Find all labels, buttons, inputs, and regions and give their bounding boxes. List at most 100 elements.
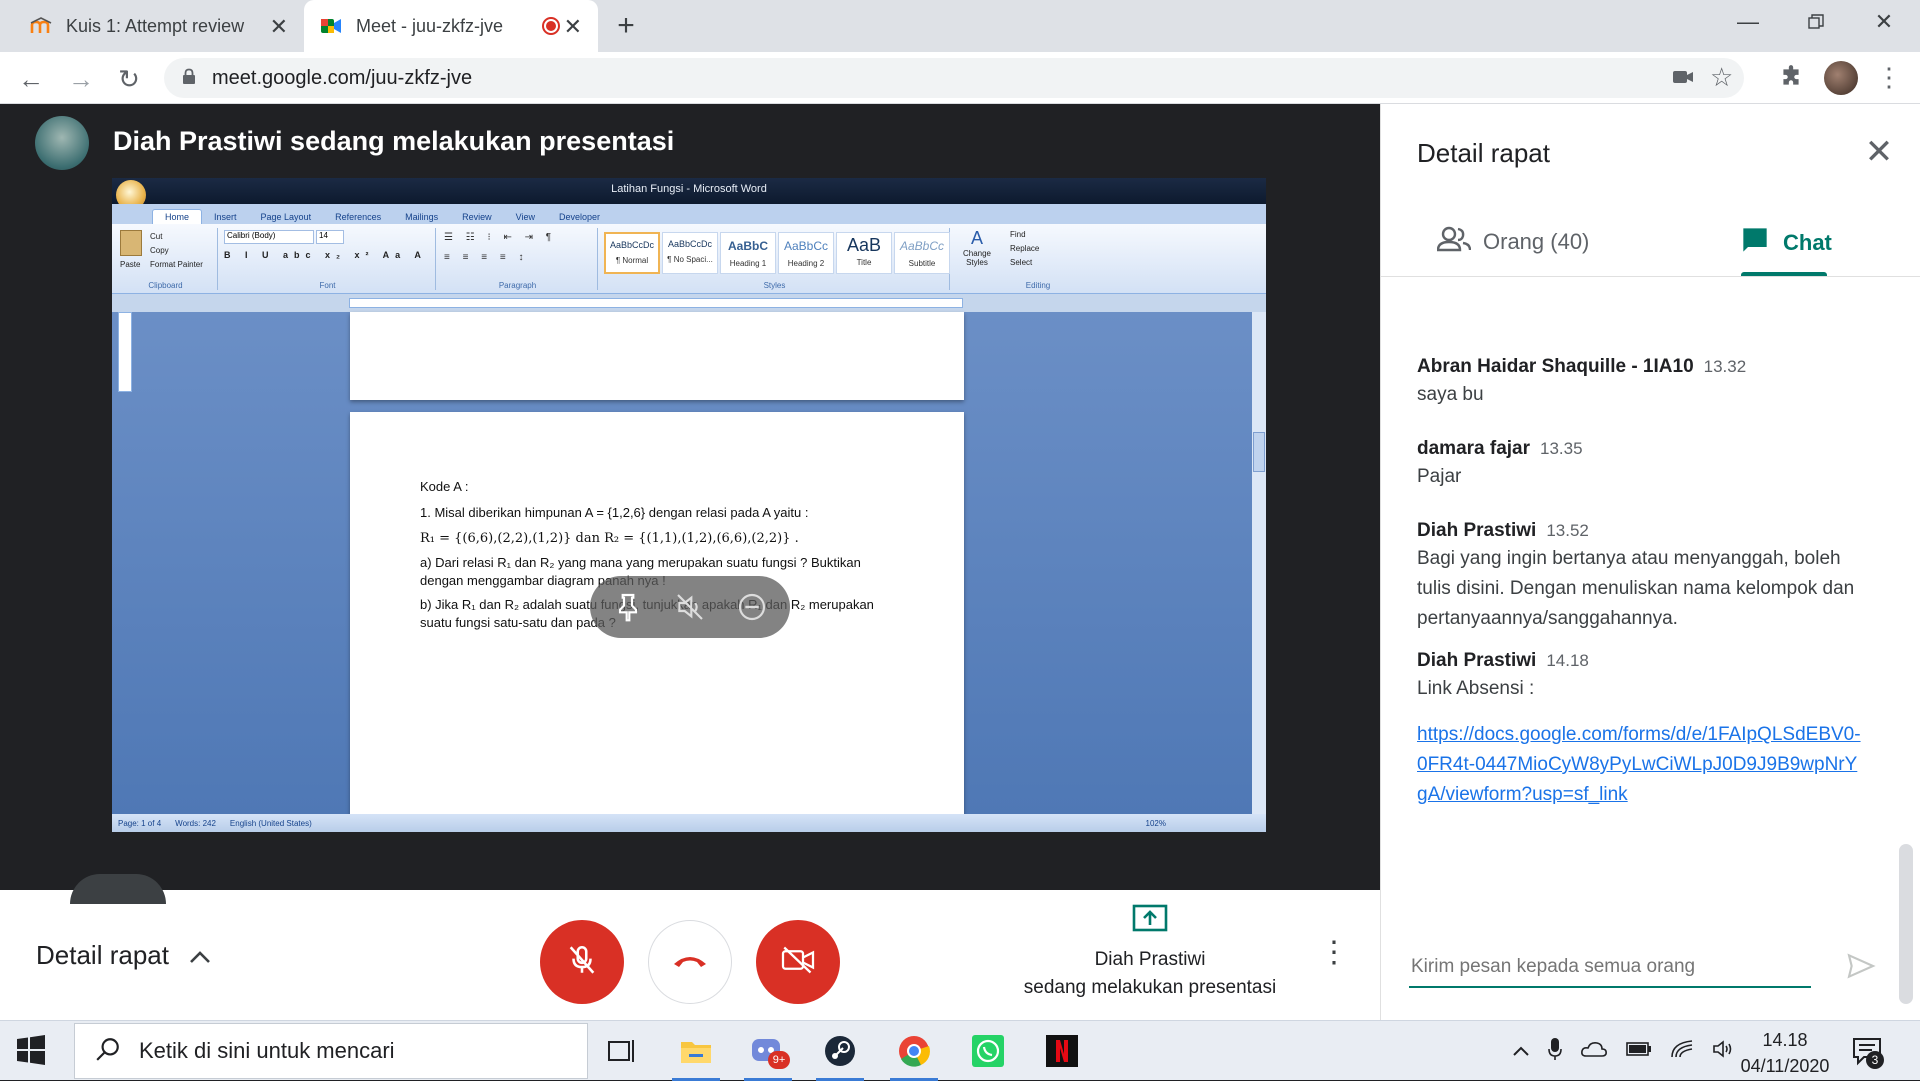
message-sender: damara fajar	[1417, 438, 1531, 459]
minimize-icon[interactable]: —	[1718, 0, 1778, 44]
system-tray	[1512, 1021, 1736, 1081]
style-subtitle[interactable]: AaBbCc Subtitle	[894, 232, 950, 274]
word-tab-page-layout[interactable]: Page Layout	[249, 210, 324, 224]
word-scroll-thumb[interactable]	[1253, 432, 1265, 472]
paste-icon[interactable]	[120, 230, 142, 256]
chat-scrollbar[interactable]	[1899, 844, 1913, 1004]
tab-divider	[1381, 276, 1920, 277]
netflix-icon[interactable]	[1038, 1027, 1086, 1075]
file-explorer-icon[interactable]	[672, 1027, 720, 1081]
presenter-banner: Diah Prastiwi sedang melakukan presentas…	[113, 126, 675, 156]
people-tab-label: Orang (40)	[1483, 229, 1590, 254]
copy-label[interactable]: Copy	[150, 246, 169, 255]
pin-icon[interactable]	[612, 591, 644, 623]
send-icon[interactable]	[1845, 950, 1881, 986]
mic-toggle-button[interactable]	[540, 920, 624, 1004]
chat-message-input[interactable]	[1409, 950, 1809, 984]
presentation-status[interactable]: Diah Prastiwi sedang melakukan presentas…	[1010, 946, 1290, 1002]
meeting-details-label: Detail rapat	[36, 940, 169, 970]
close-panel-icon[interactable]: ✕	[1859, 132, 1899, 172]
reload-icon[interactable]: ↻	[114, 64, 144, 94]
new-tab-icon[interactable]: +	[610, 9, 642, 42]
align-buttons[interactable]: ≡ ≡ ≡ ≡ ↕	[444, 252, 528, 263]
word-tab-view[interactable]: View	[504, 210, 547, 224]
find-button[interactable]: Find	[1010, 230, 1026, 239]
whatsapp-icon[interactable]	[964, 1027, 1012, 1075]
hangup-icon	[671, 950, 709, 975]
tab-people[interactable]: Orang (40)	[1436, 226, 1590, 258]
format-buttons[interactable]: B I U abc x₂ x² Aa A	[224, 250, 427, 260]
word-tab-mailings[interactable]: Mailings	[393, 210, 450, 224]
message-link[interactable]: https://docs.google.com/forms/d/e/1FAIpQ…	[1417, 720, 1863, 810]
profile-avatar[interactable]	[1824, 61, 1858, 95]
chat-message-list[interactable]: Abran Haidar Shaquille - 1IA10 13.32 saya…	[1381, 278, 1920, 994]
change-styles-icon: A	[970, 228, 983, 248]
word-ribbon: Paste Cut Copy Format Painter Clipboard …	[112, 224, 1266, 294]
paragraph-group: ☰ ☷ ⁝ ⇤ ⇥ ¶ ≡ ≡ ≡ ≡ ↕ Paragraph	[438, 228, 598, 290]
discord-icon[interactable]: 9+	[744, 1027, 792, 1081]
font-group-label: Font	[319, 281, 336, 290]
presenter-avatar	[35, 116, 89, 170]
bookmark-star-icon[interactable]: ☆	[1710, 62, 1733, 93]
close-window-icon[interactable]: ✕	[1854, 0, 1914, 44]
font-name-select[interactable]: Calibri (Body)	[224, 230, 314, 244]
word-tab-developer[interactable]: Developer	[547, 210, 612, 224]
style-heading-2[interactable]: AaBbCc Heading 2	[778, 232, 834, 274]
camera-toggle-button[interactable]	[756, 920, 840, 1004]
extensions-icon[interactable]	[1778, 64, 1804, 95]
restore-icon[interactable]	[1786, 0, 1846, 44]
battery-icon[interactable]	[1626, 1041, 1652, 1062]
steam-icon[interactable]	[816, 1027, 864, 1081]
taskbar-search[interactable]: Ketik di sini untuk mencari	[74, 1023, 588, 1079]
format-painter-label[interactable]: Format Painter	[150, 260, 203, 269]
leave-call-button[interactable]	[648, 920, 732, 1004]
message-text: Link Absensi :	[1417, 678, 1535, 699]
close-tab-icon[interactable]: ✕	[564, 14, 582, 40]
status-language: English (United States)	[229, 818, 312, 828]
chrome-menu-icon[interactable]: ⋮	[1876, 62, 1902, 93]
replace-button[interactable]: Replace	[1010, 244, 1039, 253]
taskbar-clock[interactable]: 14.18 04/11/2020	[1730, 1027, 1840, 1079]
tab-meet[interactable]: Meet - juu-zkfz-jve ✕	[304, 0, 598, 52]
chevron-up-icon[interactable]	[1512, 1041, 1530, 1062]
word-tab-references[interactable]: References	[323, 210, 393, 224]
tab-moodle[interactable]: Kuis 1: Attempt review ✕	[14, 0, 304, 52]
word-vertical-scrollbar[interactable]	[1252, 312, 1266, 814]
word-tab-home[interactable]: Home	[152, 209, 203, 224]
mute-audio-icon[interactable]	[674, 591, 706, 623]
microphone-icon[interactable]	[1548, 1037, 1562, 1066]
more-options-icon[interactable]: ⋮	[1319, 934, 1349, 970]
omnibox[interactable]: meet.google.com/juu-zkfz-jve ☆	[164, 58, 1744, 98]
close-tab-icon[interactable]: ✕	[270, 14, 288, 40]
task-view-icon[interactable]	[598, 1027, 646, 1075]
people-icon	[1436, 226, 1472, 258]
tile-overlay-controls	[590, 576, 790, 638]
notification-center-icon[interactable]: 3	[1852, 1035, 1886, 1069]
style-heading-1[interactable]: AaBbC Heading 1	[720, 232, 776, 274]
meeting-details-toggle[interactable]: Detail rapat	[36, 940, 211, 971]
document-page-1	[350, 312, 964, 400]
remove-icon[interactable]	[736, 591, 768, 623]
camera-indicator-icon[interactable]	[1672, 68, 1694, 91]
present-screen-icon[interactable]	[1132, 904, 1168, 939]
list-buttons[interactable]: ☰ ☷ ⁝ ⇤ ⇥ ¶	[444, 232, 556, 243]
meeting-details-panel: Detail rapat ✕ Orang (40) Chat Abran Hai…	[1380, 104, 1920, 1020]
change-styles-button[interactable]: A Change Styles	[954, 228, 1000, 288]
onedrive-icon[interactable]	[1580, 1040, 1608, 1063]
word-tab-review[interactable]: Review	[450, 210, 504, 224]
wifi-icon[interactable]	[1670, 1039, 1694, 1064]
windows-start-icon[interactable]	[16, 1035, 46, 1070]
chrome-icon[interactable]	[890, 1027, 938, 1081]
word-tab-insert[interactable]: Insert	[202, 210, 249, 224]
forward-icon[interactable]: →	[66, 64, 96, 94]
back-icon[interactable]: ←	[16, 64, 46, 94]
chat-icon	[1741, 226, 1769, 260]
doc-kode: Kode A :	[420, 479, 469, 494]
style-no-spacing[interactable]: AaBbCcDc ¶ No Spaci...	[662, 232, 718, 274]
font-size-select[interactable]: 14	[316, 230, 344, 244]
tab-chat[interactable]: Chat	[1741, 226, 1832, 260]
select-button[interactable]: Select	[1010, 258, 1032, 267]
cut-label[interactable]: Cut	[150, 232, 162, 241]
style-normal[interactable]: AaBbCcDc ¶ Normal	[604, 232, 660, 274]
style-title[interactable]: AaB Title	[836, 232, 892, 274]
